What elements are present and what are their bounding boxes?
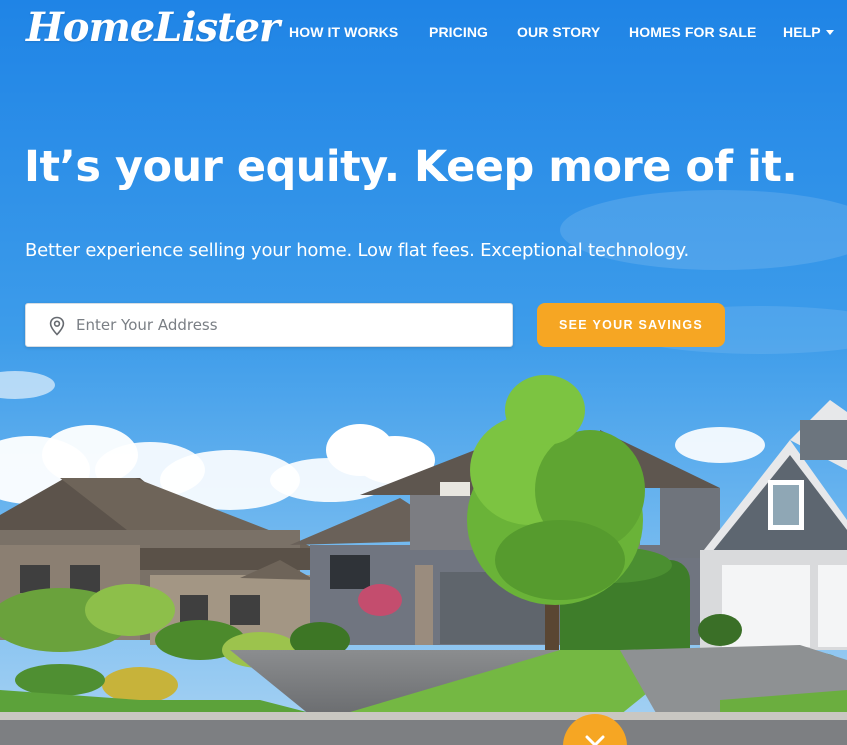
nav-homes-for-sale[interactable]: HOMES FOR SALE	[629, 24, 756, 40]
map-pin-icon	[49, 316, 65, 336]
see-your-savings-button[interactable]: SEE YOUR SAVINGS	[537, 303, 725, 347]
chevron-down-icon	[585, 735, 605, 745]
address-input[interactable]	[76, 304, 506, 346]
main-nav: HOW IT WORKS PRICING OUR STORY HOMES FOR…	[0, 24, 847, 44]
caret-down-icon	[825, 30, 834, 35]
nav-help[interactable]: HELP	[783, 24, 834, 40]
nav-how-it-works[interactable]: HOW IT WORKS	[289, 24, 398, 40]
nav-our-story[interactable]: OUR STORY	[517, 24, 600, 40]
nav-help-label: HELP	[783, 24, 821, 40]
hero-background-image	[0, 0, 847, 745]
nav-pricing[interactable]: PRICING	[429, 24, 488, 40]
hero-section: HomeLister HOW IT WORKS PRICING OUR STOR…	[0, 0, 847, 745]
address-search-box	[25, 303, 513, 347]
hero-subhead: Better experience selling your home. Low…	[25, 240, 689, 261]
hero-headline: It’s your equity. Keep more of it.	[24, 142, 798, 192]
